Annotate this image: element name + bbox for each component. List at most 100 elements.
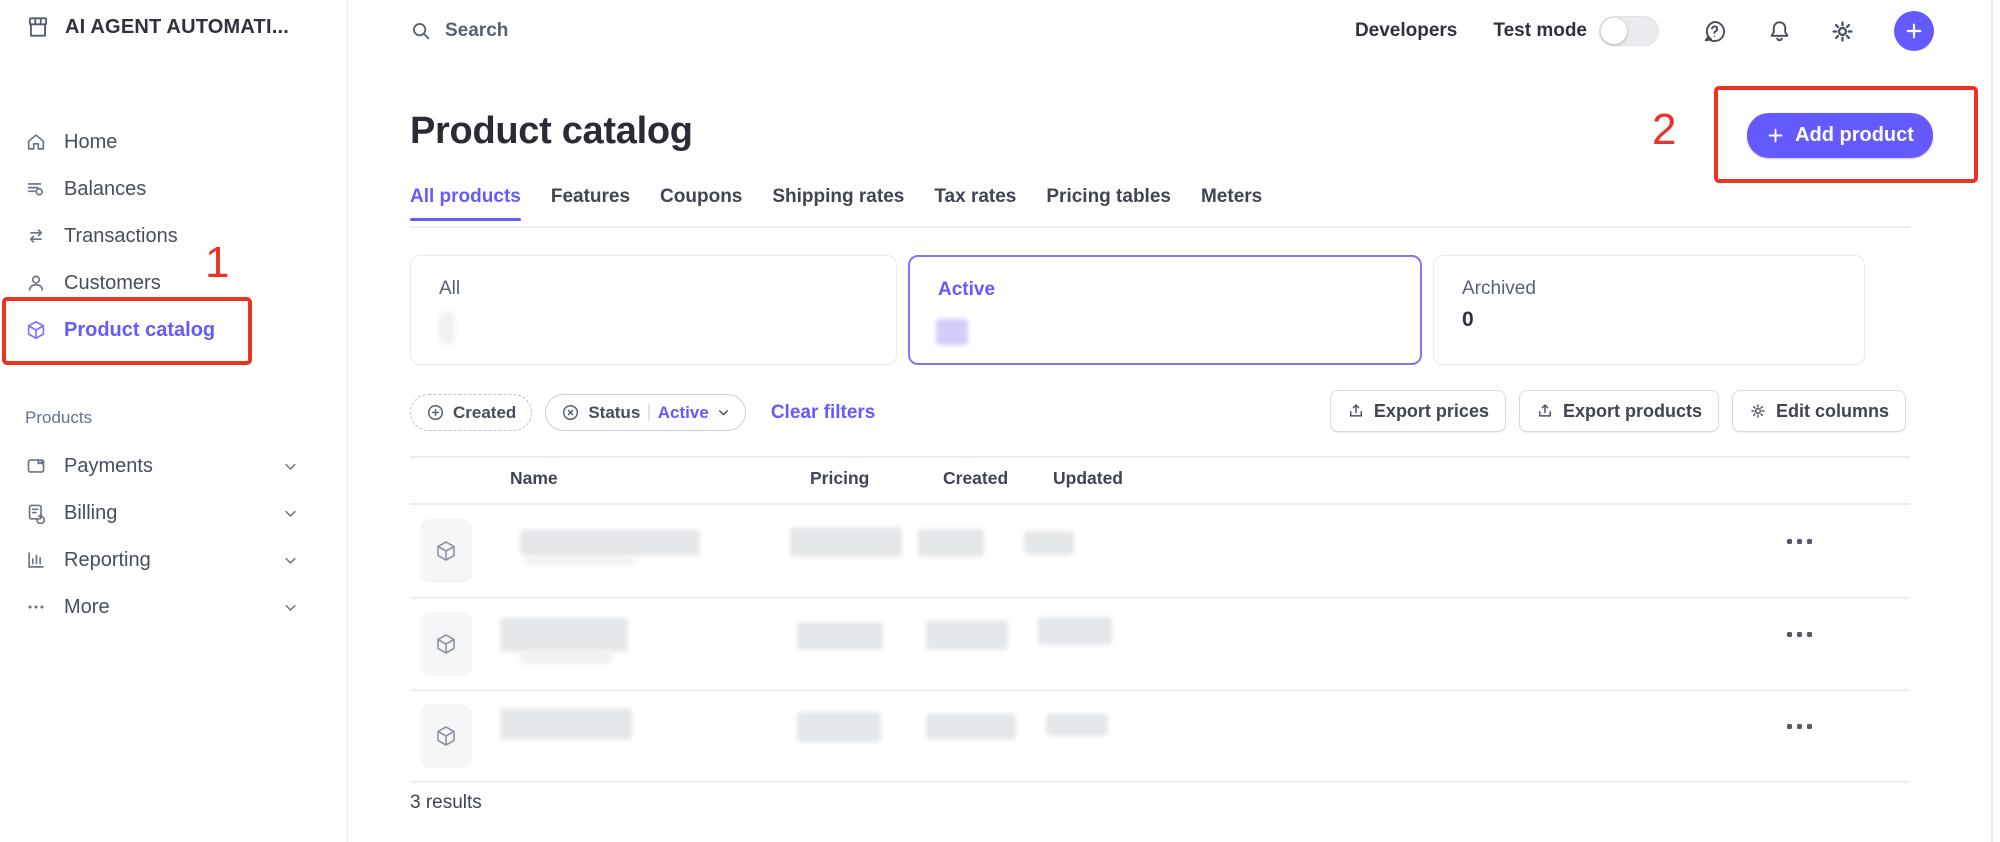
export-icon: [1347, 402, 1365, 420]
billing-icon: [25, 502, 47, 524]
account-switcher[interactable]: AI AGENT AUTOMATI...: [25, 14, 289, 40]
edit-columns-label: Edit columns: [1776, 401, 1889, 422]
sidebar-item-transactions[interactable]: Transactions: [0, 212, 348, 260]
storefront-icon: [25, 14, 51, 40]
redacted-updated: [1046, 714, 1108, 736]
product-catalog-icon: [25, 319, 47, 341]
chevron-down-icon: [283, 600, 298, 615]
redacted-created: [918, 529, 984, 557]
redacted-updated: [1038, 617, 1112, 645]
sidebar-item-customers[interactable]: Customers: [0, 259, 348, 307]
filter-card-label: Archived: [1462, 278, 1536, 300]
balances-icon: [25, 178, 47, 200]
chip-divider: [648, 404, 650, 421]
add-product-button[interactable]: Add product: [1747, 113, 1933, 158]
column-header-name: Name: [510, 468, 558, 489]
settings-icon[interactable]: [1829, 18, 1856, 45]
results-count: 3 results: [410, 792, 482, 814]
clear-filters-button[interactable]: Clear filters: [771, 402, 876, 424]
export-icon: [1536, 402, 1554, 420]
sidebar-item-label: Transactions: [64, 225, 178, 248]
redacted-name: [500, 618, 628, 652]
edit-columns-button[interactable]: Edit columns: [1732, 390, 1906, 432]
test-mode-toggle[interactable]: [1599, 16, 1659, 46]
reporting-icon: [25, 549, 47, 571]
export-products-button[interactable]: Export products: [1519, 390, 1719, 432]
sidebar-item-label: Balances: [64, 178, 146, 201]
table-top-divider: [410, 456, 1910, 458]
tab-pricing-tables[interactable]: Pricing tables: [1046, 186, 1171, 208]
export-products-label: Export products: [1563, 401, 1702, 422]
notifications-icon[interactable]: [1766, 18, 1793, 45]
table-row[interactable]: [410, 598, 1910, 690]
home-icon: [25, 131, 47, 153]
more-icon: [25, 596, 47, 618]
tab-shipping-rates[interactable]: Shipping rates: [772, 186, 904, 208]
created-filter-chip[interactable]: Created: [410, 394, 532, 431]
tab-coupons[interactable]: Coupons: [660, 186, 742, 208]
filter-card-label: Active: [938, 279, 995, 301]
product-cube-icon: [420, 612, 472, 676]
status-filter-value: Active: [658, 403, 709, 423]
filter-card-archived[interactable]: Archived 0: [1433, 255, 1865, 365]
page-edge-divider: [1991, 0, 1993, 842]
column-header-updated: Updated: [1053, 468, 1123, 489]
help-icon[interactable]: [1701, 18, 1728, 45]
sidebar-item-label: Customers: [64, 272, 161, 295]
redacted-name: [500, 708, 632, 740]
tab-meters[interactable]: Meters: [1201, 186, 1262, 208]
column-header-created: Created: [943, 468, 1008, 489]
tabs-divider: [410, 226, 1910, 228]
sidebar-item-home[interactable]: Home: [0, 118, 348, 166]
table-row[interactable]: [410, 505, 1910, 597]
search-input[interactable]: Search: [410, 16, 508, 46]
sidebar-item-balances[interactable]: Balances: [0, 165, 348, 213]
redacted-created: [926, 620, 1008, 650]
redacted-value: [439, 312, 455, 344]
product-cube-icon: [420, 519, 472, 583]
sidebar-item-reporting[interactable]: Reporting: [0, 536, 348, 584]
table-row[interactable]: [410, 690, 1910, 782]
account-name: AI AGENT AUTOMATI...: [65, 16, 289, 39]
add-product-label: Add product: [1795, 124, 1914, 147]
create-button[interactable]: [1894, 11, 1934, 51]
redacted-updated: [1024, 531, 1074, 555]
tab-all-products[interactable]: All products: [410, 186, 521, 208]
chevron-down-icon: [283, 459, 298, 474]
chevron-down-icon: [283, 506, 298, 521]
chevron-down-icon: [283, 553, 298, 568]
sidebar-item-label: Product catalog: [64, 319, 215, 342]
annotation-number-2: 2: [1652, 105, 1676, 155]
sidebar-item-label: Reporting: [64, 549, 151, 572]
filter-card-all[interactable]: All: [410, 255, 897, 365]
customers-icon: [25, 272, 47, 294]
sidebar: AI AGENT AUTOMATI... Home Balances: [0, 0, 348, 842]
redacted-subtext: [525, 558, 635, 565]
chevron-down-icon: [717, 406, 730, 419]
sidebar-item-label: Billing: [64, 502, 117, 525]
filter-card-active[interactable]: Active: [908, 255, 1422, 365]
filter-card-value: 0: [1462, 308, 1474, 332]
sidebar-item-label: Payments: [64, 455, 153, 478]
redacted-name: [520, 530, 700, 556]
columns-gear-icon: [1749, 402, 1767, 420]
tab-features[interactable]: Features: [551, 186, 630, 208]
sidebar-item-label: Home: [64, 131, 117, 154]
row-menu-icon[interactable]: [1787, 724, 1812, 729]
sidebar-item-payments[interactable]: Payments: [0, 442, 348, 490]
column-header-pricing: Pricing: [810, 468, 869, 489]
row-menu-icon[interactable]: [1787, 632, 1812, 637]
redacted-subtext: [520, 650, 612, 664]
filter-card-label: All: [439, 278, 460, 300]
developers-link[interactable]: Developers: [1355, 20, 1457, 42]
search-placeholder: Search: [445, 20, 508, 42]
export-prices-button[interactable]: Export prices: [1330, 390, 1506, 432]
sidebar-item-more[interactable]: More: [0, 583, 348, 631]
row-menu-icon[interactable]: [1787, 539, 1812, 544]
redacted-created: [926, 714, 1016, 740]
sidebar-item-product-catalog[interactable]: Product catalog: [0, 306, 348, 354]
status-filter-chip[interactable]: Status Active: [545, 394, 746, 431]
sidebar-item-billing[interactable]: Billing: [0, 489, 348, 537]
redacted-pricing: [790, 527, 902, 557]
tab-tax-rates[interactable]: Tax rates: [934, 186, 1016, 208]
